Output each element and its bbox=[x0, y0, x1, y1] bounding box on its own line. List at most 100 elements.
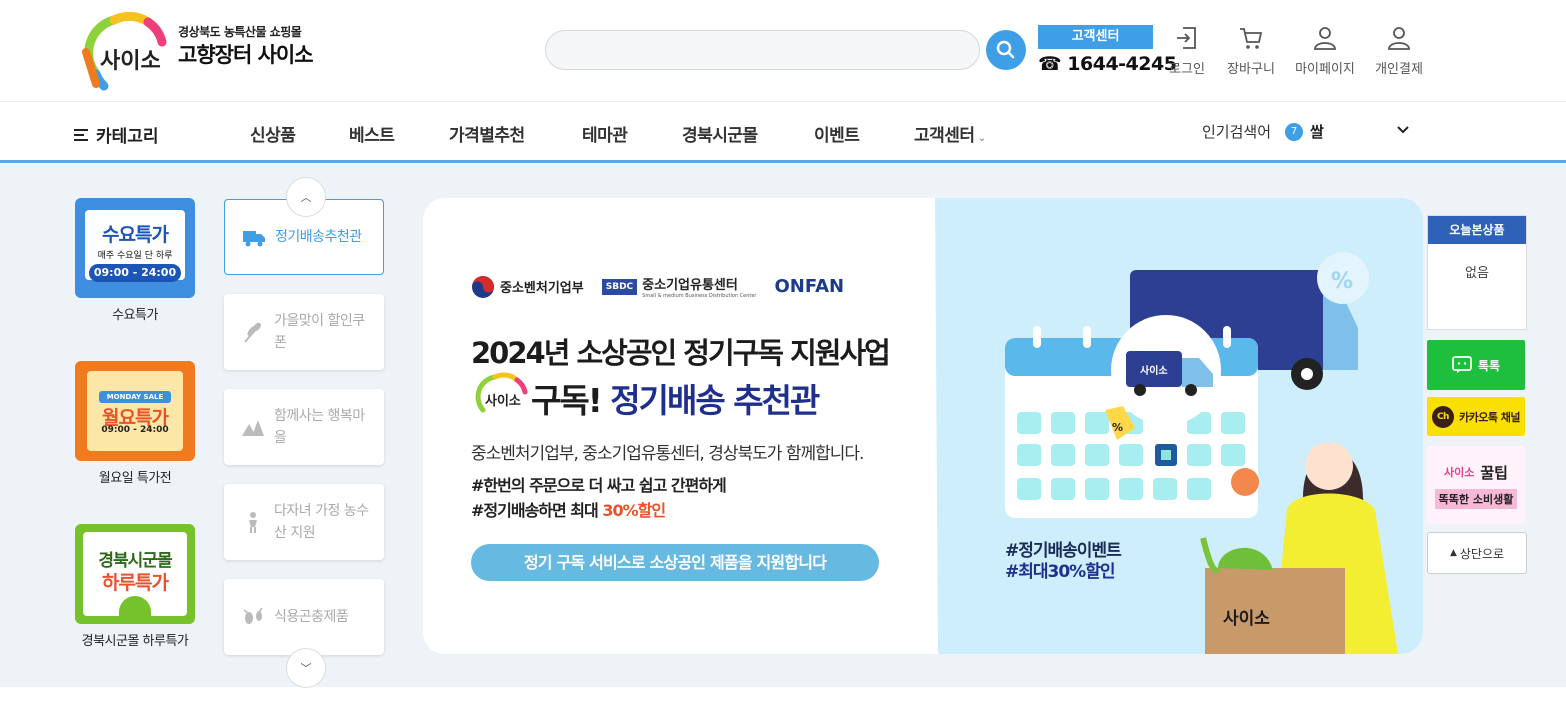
theme-item-happy-village[interactable]: 함께사는 행복마을 bbox=[224, 389, 384, 465]
taeguk-icon bbox=[472, 275, 494, 298]
search-input[interactable] bbox=[545, 30, 980, 70]
village-icon bbox=[242, 420, 264, 436]
chat-icon bbox=[1452, 356, 1472, 373]
svg-text:사이소: 사이소 bbox=[1140, 364, 1168, 377]
promo-wednesday[interactable]: 수요특가 매주 수요일 단 하루 09:00 - 24:00 수요특가 bbox=[74, 198, 196, 323]
banner-hashtag-2: #최대30%할인 bbox=[1005, 562, 1115, 582]
main-nav: 카테고리 신상품 베스트 가격별추천 테마관 경북시군몰 이벤트 고객센터 ⌄ 인… bbox=[0, 101, 1566, 163]
login-link[interactable]: 로그인 bbox=[1151, 24, 1223, 77]
nav-item-new[interactable]: 신상품 bbox=[250, 121, 296, 146]
cart-label: 장바구니 bbox=[1227, 62, 1275, 77]
truck-icon bbox=[243, 231, 265, 247]
banner-org-logos: 중소벤처기업부 SBDC 중소기업유통센터 Small & medium Bus… bbox=[471, 274, 844, 299]
theme-item-autumn-coupon[interactable]: 가을맞이 할인쿠폰 bbox=[224, 294, 384, 370]
theme-next-button[interactable]: ﹀ bbox=[286, 648, 326, 688]
promo-regional-daily[interactable]: 경북시군몰 하루특가 경북시군몰 하루특가 bbox=[74, 524, 196, 649]
personal-pay-link[interactable]: 개인결제 bbox=[1363, 24, 1435, 77]
promo-monday-time: 09:00 - 24:00 bbox=[101, 425, 169, 435]
recently-viewed-title: 오늘본상품 bbox=[1428, 216, 1526, 244]
theme-label: 가을맞이 할인쿠폰 bbox=[274, 313, 365, 351]
scroll-to-top-button[interactable]: ▲ 상단으로 bbox=[1427, 532, 1527, 574]
promo-monday[interactable]: MONDAY SALE 월요특가 09:00 - 24:00 월요일 특가전 bbox=[74, 361, 196, 486]
kakao-channel-button[interactable]: Ch 카카오톡 채널 bbox=[1427, 397, 1525, 436]
nav-item-event[interactable]: 이벤트 bbox=[814, 121, 860, 146]
header: 사이소 경상북도 농특산물 쇼핑몰 고향장터 사이소 고객센터 ☎ 1644-4… bbox=[0, 0, 1566, 101]
customer-center-phone: ☎ 1644-4245 bbox=[1038, 53, 1177, 75]
insect-icon bbox=[243, 607, 263, 624]
sbdc-logo: SBDC 중소기업유통센터 Small & medium Business Di… bbox=[601, 274, 757, 299]
kakao-channel-label: 카카오톡 채널 bbox=[1458, 410, 1521, 424]
banner-title-line2: 구독! 정기배송 추천관 bbox=[531, 381, 820, 420]
banner-title-line1: 2024년 소상공인 정기구독 지원사업 bbox=[471, 336, 891, 370]
theme-label: 함께사는 행복마을 bbox=[274, 408, 365, 446]
talktalk-button[interactable]: 톡톡 bbox=[1427, 340, 1525, 390]
personal-pay-label: 개인결제 bbox=[1375, 62, 1423, 77]
nav-item-theme[interactable]: 테마관 bbox=[582, 121, 628, 146]
login-icon bbox=[1177, 27, 1196, 49]
promo-wednesday-label: 수요특가 bbox=[112, 308, 158, 323]
search-icon bbox=[996, 40, 1015, 59]
promo-wednesday-sub: 매주 수요일 단 하루 bbox=[97, 251, 173, 261]
svg-text:사이소: 사이소 bbox=[1223, 609, 1270, 629]
promo-wednesday-time: 09:00 - 24:00 bbox=[89, 264, 181, 282]
promo-monday-image: MONDAY SALE 월요특가 09:00 - 24:00 bbox=[75, 361, 195, 461]
triangle-up-icon: ▲ bbox=[1449, 548, 1457, 558]
nav-item-customer-center-label: 고객센터 bbox=[914, 126, 975, 146]
theme-label: 정기배송추천관 bbox=[275, 229, 362, 245]
banner-description: 중소벤처기업부, 중소기업유통센터, 경상북도가 함께합니다. bbox=[471, 444, 864, 464]
wheat-icon bbox=[244, 322, 261, 343]
saiso-logo-icon: 사이소 bbox=[1444, 466, 1475, 479]
customer-center-box: 고객센터 ☎ 1644-4245 bbox=[1038, 25, 1177, 75]
theme-prev-button[interactable]: ︿ bbox=[286, 177, 326, 217]
main-banner[interactable]: % 사이소 % 사이소 중소벤처기업부 SBDC 중소기업유통센터 Small … bbox=[423, 198, 1423, 654]
cart-icon bbox=[1240, 28, 1263, 49]
menu-icon bbox=[74, 128, 88, 141]
nav-item-customer-center[interactable]: 고객센터 ⌄ bbox=[914, 121, 986, 146]
svg-text:%: % bbox=[1331, 269, 1353, 294]
nav-item-regional-mall[interactable]: 경북시군몰 bbox=[682, 121, 758, 146]
chevron-up-icon: ︿ bbox=[300, 191, 312, 204]
onfan-logo: ONFAN bbox=[774, 276, 845, 297]
banner-tag-1: #한번의 주문으로 더 싸고 쉽고 간편하게 bbox=[471, 476, 727, 495]
theme-item-multichild-support[interactable]: 다자녀 가정 농수산 지원 bbox=[224, 484, 384, 560]
banner-tag-2: #정기배송하면 최대 30%할인 bbox=[471, 501, 666, 520]
site-logo[interactable]: 사이소 경상북도 농특산물 쇼핑몰 고향장터 사이소 bbox=[74, 12, 334, 92]
chevron-down-icon: ⌄ bbox=[977, 133, 986, 144]
svg-text:사이소: 사이소 bbox=[100, 49, 161, 74]
popular-rank-badge: 7 bbox=[1285, 122, 1304, 141]
search-button[interactable] bbox=[986, 30, 1026, 70]
promo-regional-daily-label: 경북시군몰 하루특가 bbox=[81, 634, 189, 649]
category-menu-button[interactable]: 카테고리 bbox=[74, 122, 159, 147]
promo-wednesday-title: 수요특가 bbox=[102, 224, 169, 246]
nav-item-best[interactable]: 베스트 bbox=[349, 121, 395, 146]
popular-keyword[interactable]: 쌀 bbox=[1310, 121, 1324, 142]
kakao-ch-icon: Ch bbox=[1431, 405, 1454, 428]
mypage-icon bbox=[1314, 27, 1336, 50]
theme-label: 식용곤충제품 bbox=[274, 609, 349, 625]
nav-item-price[interactable]: 가격별추천 bbox=[449, 121, 525, 146]
chevron-down-icon[interactable] bbox=[1393, 120, 1413, 140]
saiso-logo-icon: 사이소 bbox=[475, 372, 528, 413]
banner-cta-button[interactable]: 정기 구독 서비스로 소상공인 제품을 지원합니다 bbox=[471, 544, 879, 581]
popular-keywords[interactable]: 인기검색어 7 쌀 bbox=[1202, 121, 1324, 142]
customer-center-label[interactable]: 고객센터 bbox=[1038, 25, 1153, 49]
recently-viewed-box: 오늘본상품 없음 bbox=[1427, 215, 1527, 330]
theme-item-edible-insects[interactable]: 식용곤충제품 bbox=[224, 579, 384, 655]
svg-text:사이소: 사이소 bbox=[485, 393, 521, 409]
banner-illustration: % 사이소 % 사이소 bbox=[935, 198, 1423, 654]
mss-logo: 중소벤처기업부 bbox=[471, 275, 584, 299]
saiso-logo-icon: 사이소 bbox=[82, 12, 167, 91]
mypage-link[interactable]: 마이페이지 bbox=[1289, 24, 1361, 77]
promo-monday-label: 월요일 특가전 bbox=[98, 471, 172, 486]
tips-subtitle: 똑똑한 소비생활 bbox=[1434, 488, 1518, 509]
talktalk-label: 톡톡 bbox=[1477, 358, 1501, 373]
theme-label: 다자녀 가정 농수산 지원 bbox=[274, 503, 369, 541]
mypage-label: 마이페이지 bbox=[1295, 62, 1355, 77]
tips-banner[interactable]: 사이소 꿀팁 똑똑한 소비생활 bbox=[1427, 446, 1525, 524]
category-label: 카테고리 bbox=[96, 127, 159, 147]
main-content: 수요특가 매주 수요일 단 하루 09:00 - 24:00 수요특가 MOND… bbox=[0, 164, 1566, 688]
promo-wednesday-image: 수요특가 매주 수요일 단 하루 09:00 - 24:00 bbox=[75, 198, 195, 298]
cart-link[interactable]: 장바구니 bbox=[1215, 24, 1287, 77]
promo-monday-sub: MONDAY SALE bbox=[99, 391, 171, 403]
svg-text:%: % bbox=[1112, 421, 1123, 434]
